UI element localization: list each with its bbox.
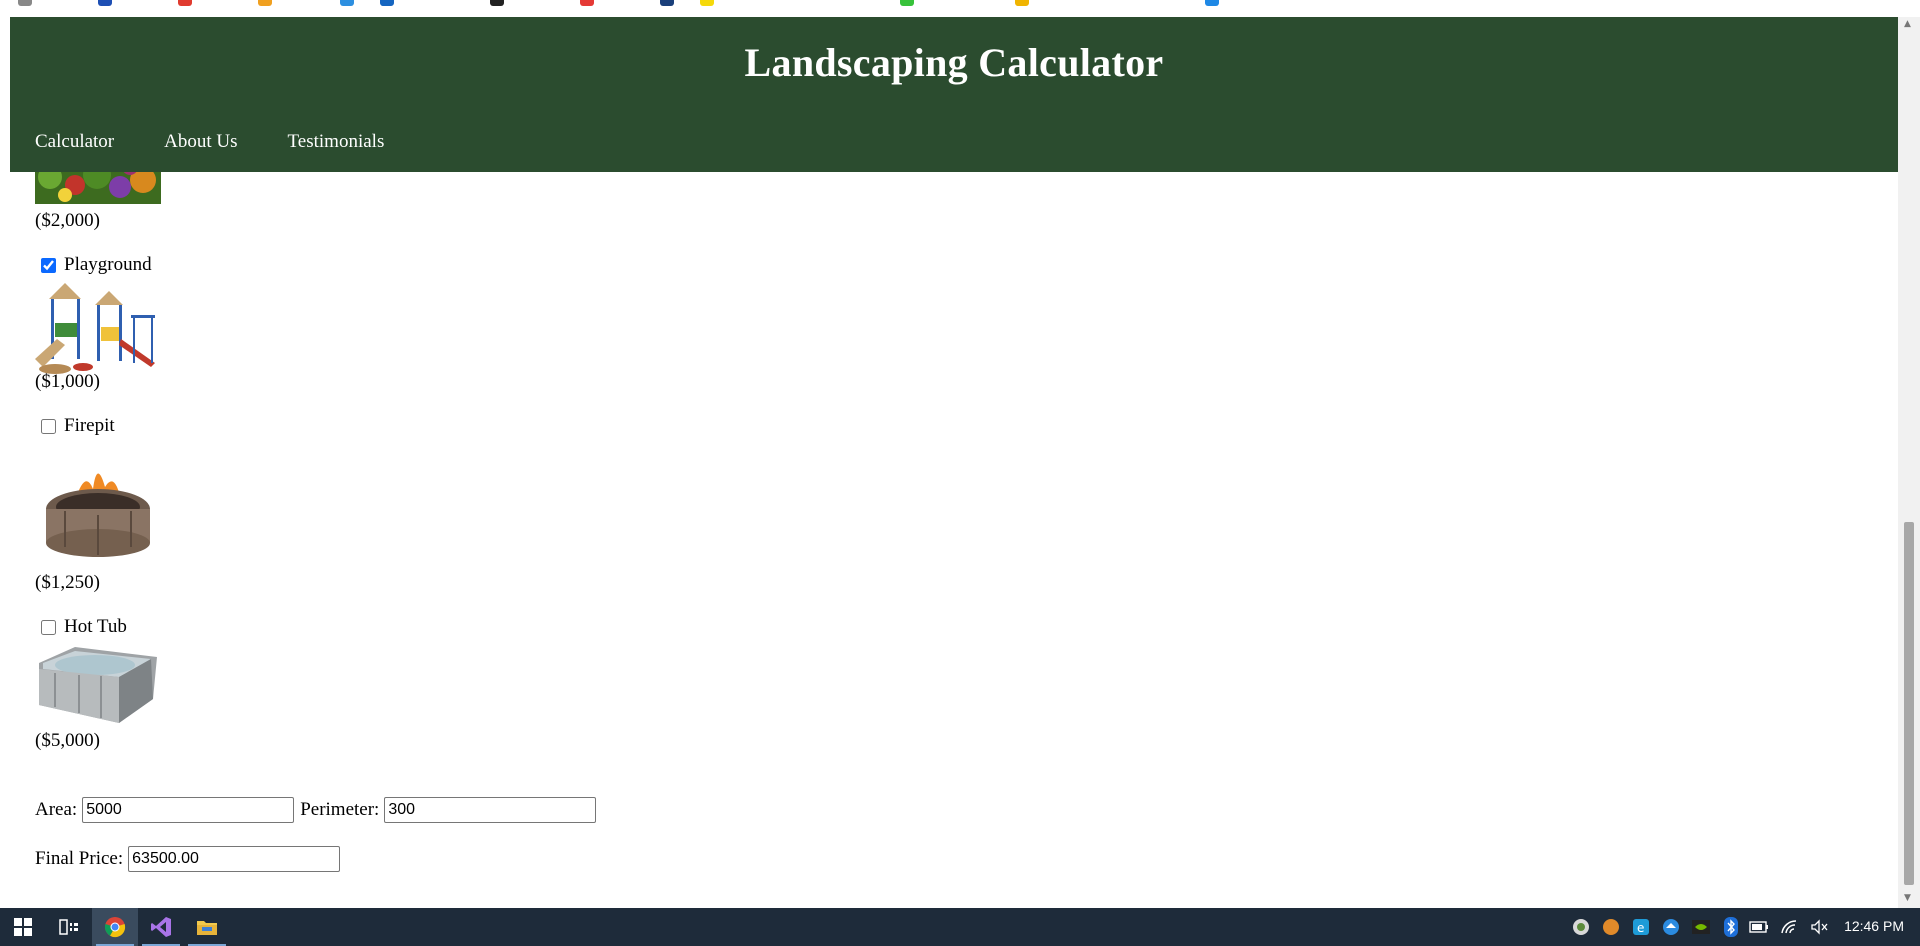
visual-studio-icon [151, 917, 171, 937]
tray-app-icon[interactable]: e [1630, 916, 1652, 938]
start-button[interactable] [0, 908, 46, 946]
playground-image [35, 279, 161, 383]
bookmark-icon[interactable] [1015, 0, 1029, 6]
nvidia-icon[interactable] [1690, 916, 1712, 938]
option-label: Firepit [64, 415, 115, 436]
bookmark-icon[interactable] [18, 0, 32, 6]
page-scrollbar[interactable]: ▲ ▼ [1898, 17, 1920, 908]
hot-tub-image [35, 643, 161, 735]
wifi-icon-graphic [1781, 920, 1797, 934]
tray-app-icon[interactable] [1660, 916, 1682, 938]
final-price-label: Final Price: [35, 848, 124, 869]
final-price-row: Final Price: [35, 846, 346, 872]
tray-app-icon[interactable] [1600, 916, 1622, 938]
bookmark-icon[interactable] [700, 0, 714, 6]
svg-text:e: e [1637, 921, 1644, 935]
bookmark-icon[interactable] [900, 0, 914, 6]
nvidia-icon-graphic [1692, 920, 1710, 934]
bookmark-icon[interactable] [660, 0, 674, 6]
perimeter-input[interactable] [384, 797, 597, 823]
option-price: ($1,250) [35, 572, 100, 593]
bookmark-icon[interactable] [178, 0, 192, 6]
option-price: ($1,000) [35, 371, 100, 392]
dimensions-row: Area: Perimeter: [35, 797, 602, 823]
bookmark-icon[interactable] [258, 0, 272, 6]
windows-icon [14, 918, 32, 936]
volume-muted-icon[interactable] [1808, 916, 1830, 938]
firepit-checkbox[interactable] [41, 418, 56, 434]
scroll-up-arrow-icon[interactable]: ▲ [1904, 19, 1911, 29]
scroll-down-arrow-icon[interactable]: ▼ [1904, 893, 1911, 903]
option-price: ($5,000) [35, 730, 100, 751]
nav-calculator[interactable]: Calculator [35, 131, 114, 153]
visual-studio-taskbar-button[interactable] [138, 908, 184, 946]
final-price-input[interactable] [128, 846, 341, 872]
web-page: ($2,000) Playground ($1,000) Firepit ($1… [10, 17, 1898, 908]
option-hot-tub[interactable]: Hot Tub [35, 616, 127, 638]
taskbar: e 12:46 PM [0, 908, 1920, 946]
bluetooth-icon[interactable] [1720, 916, 1742, 938]
battery-icon[interactable] [1748, 916, 1770, 938]
page-title: Landscaping Calculator [744, 40, 1164, 85]
battery-icon-graphic [1749, 921, 1768, 933]
tray-app-icon-graphic [1573, 919, 1589, 935]
task-view-icon [59, 919, 78, 935]
bookmark-icon[interactable] [98, 0, 112, 6]
nav-testimonials[interactable]: Testimonials [288, 131, 385, 153]
option-price: ($2,000) [35, 210, 100, 231]
task-view-button[interactable] [46, 908, 92, 946]
option-label: Hot Tub [64, 616, 127, 637]
tray-app-icon-graphic [1663, 919, 1679, 935]
option-firepit[interactable]: Firepit [35, 415, 115, 437]
tray-app-icon[interactable] [1570, 916, 1592, 938]
firepit-image [35, 449, 161, 567]
playground-checkbox[interactable] [41, 257, 56, 273]
area-input[interactable] [82, 797, 295, 823]
perimeter-label: Perimeter: [300, 799, 380, 820]
bookmark-icon[interactable] [1205, 0, 1219, 6]
volume-muted-icon-graphic [1811, 919, 1828, 935]
main-nav: Calculator About Us Testimonials [35, 131, 434, 153]
nav-about-us[interactable]: About Us [164, 131, 237, 153]
option-playground[interactable]: Playground [35, 254, 152, 276]
wifi-icon[interactable] [1778, 916, 1800, 938]
tray-app-icon-graphic: e [1633, 919, 1649, 935]
bookmark-icon[interactable] [340, 0, 354, 6]
file-explorer-taskbar-button[interactable] [184, 908, 230, 946]
bluetooth-icon-graphic [1724, 917, 1738, 937]
option-label: Playground [64, 254, 152, 275]
bookmark-icon[interactable] [580, 0, 594, 6]
bookmarks-bar [0, 0, 1920, 17]
area-label: Area: [35, 799, 78, 820]
bookmark-icon[interactable] [490, 0, 504, 6]
scroll-thumb[interactable] [1904, 522, 1914, 885]
chrome-icon [104, 917, 126, 938]
chrome-taskbar-button[interactable] [92, 908, 138, 946]
taskbar-clock[interactable]: 12:46 PM [1844, 918, 1904, 934]
bookmark-icon[interactable] [380, 0, 394, 6]
hot-tub-checkbox[interactable] [41, 619, 56, 635]
tray-app-icon-graphic [1603, 919, 1619, 935]
folder-icon [197, 921, 217, 935]
site-header: Landscaping Calculator Calculator About … [10, 17, 1898, 172]
